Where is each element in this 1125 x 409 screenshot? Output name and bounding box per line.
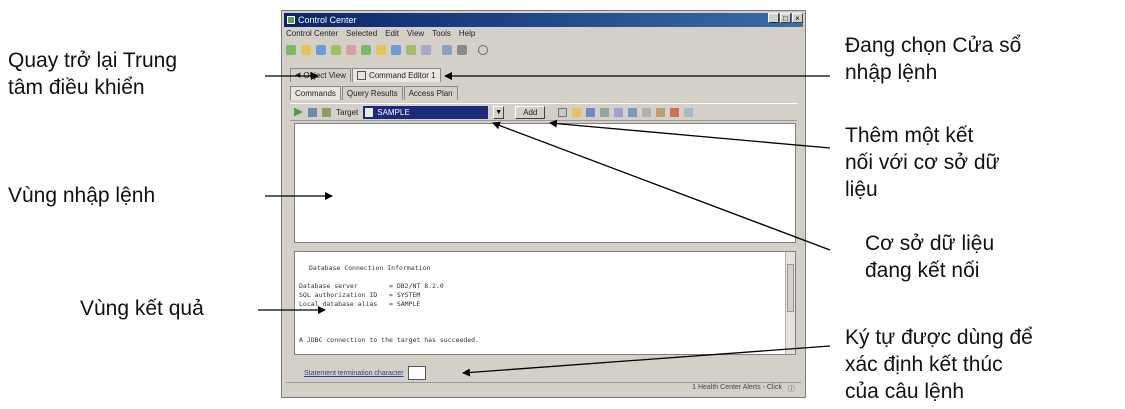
terminator-link[interactable]: Statement termination character [304, 370, 404, 377]
callout-return-control-center: Quay trở lại Trung tâm điều khiển [8, 49, 178, 99]
result-line: Database server = DB2/NT 8.2.0 [299, 282, 444, 290]
callout-terminator: Ký tự được dùng để xác định kết thúc của… [845, 326, 1033, 403]
open-icon[interactable] [572, 107, 582, 117]
menu-help[interactable]: Help [459, 29, 475, 41]
tool-icon[interactable] [361, 45, 371, 55]
add-button[interactable]: Add [515, 105, 546, 119]
minimize-button[interactable]: _ [768, 13, 779, 23]
menu-bar: Control Center Selected Edit View Tools … [286, 29, 475, 41]
menu-edit[interactable]: Edit [385, 29, 399, 41]
command-editor-window: Control Center _ □ × Control Center Sele… [281, 10, 806, 398]
tool-icon[interactable] [331, 45, 341, 55]
tool-icon[interactable] [316, 45, 326, 55]
print-icon[interactable] [600, 107, 610, 117]
view-tabs: ◀ Object View Command Editor 1 [290, 68, 442, 82]
terminator-input[interactable] [407, 366, 426, 380]
back-arrow-icon: ◀ [295, 72, 301, 79]
terminator-row: Statement termination character [304, 366, 426, 380]
tool-icon[interactable] [322, 107, 331, 117]
explain-icon[interactable] [308, 107, 317, 117]
result-line: A JDBC connection to the target has succ… [299, 336, 480, 344]
menu-control-center[interactable]: Control Center [286, 29, 338, 41]
scroll-thumb[interactable] [787, 264, 794, 312]
menu-tools[interactable]: Tools [432, 29, 451, 41]
callout-add-connection: Thêm một kết nối với cơ sở dữ liệu [845, 124, 1000, 201]
tool-icon[interactable] [614, 107, 624, 117]
tool-icon[interactable] [558, 107, 568, 117]
tab-access-plan[interactable]: Access Plan [403, 86, 458, 100]
result-line: Database Connection Information [309, 264, 431, 272]
status-bar: 1 Health Center Alerts - Click ⓘ [286, 382, 801, 395]
tab-object-view[interactable]: ◀ Object View [290, 68, 351, 82]
results-area: Database Connection Information Database… [294, 251, 796, 355]
tool-icon[interactable] [286, 45, 296, 55]
tool-icon[interactable] [684, 107, 694, 117]
editor-toolbar: Target SAMPLE ▼ Add [290, 103, 797, 121]
help-icon[interactable] [478, 45, 488, 55]
paste-icon[interactable] [656, 107, 666, 117]
tool-icon[interactable] [457, 45, 467, 55]
title-bar: Control Center [284, 13, 803, 27]
result-line: Local database alias = SAMPLE [299, 300, 421, 308]
close-button[interactable]: × [792, 13, 803, 23]
menu-selected[interactable]: Selected [346, 29, 377, 41]
chevron-down-icon[interactable]: ▼ [493, 105, 505, 119]
target-label: Target [336, 107, 359, 117]
tool-icon[interactable] [346, 45, 356, 55]
result-line: SQL authorization ID = SYSTEM [299, 291, 421, 299]
save-icon[interactable] [586, 107, 596, 117]
database-icon [365, 107, 374, 117]
sub-tabs: Commands Query Results Access Plan [290, 86, 459, 100]
cut-icon[interactable] [628, 107, 638, 117]
tool-icon[interactable] [442, 45, 452, 55]
callout-connected-db: Cơ sở dữ liệu đang kết nối [865, 232, 995, 282]
window-buttons: _ □ × [768, 13, 803, 23]
callout-result-area: Vùng kết quả [80, 297, 204, 320]
tool-icon[interactable] [406, 45, 416, 55]
callout-selecting-window: Đang chọn Cửa sổ nhập lệnh [845, 34, 1022, 84]
menu-view[interactable]: View [407, 29, 424, 41]
copy-icon[interactable] [642, 107, 652, 117]
results-scrollbar[interactable] [785, 252, 795, 354]
editor-icon [356, 71, 366, 80]
run-icon[interactable] [294, 107, 303, 117]
tool-icon[interactable] [391, 45, 401, 55]
tool-icon[interactable] [301, 45, 311, 55]
tool-icon[interactable] [376, 45, 386, 55]
tab-query-results[interactable]: Query Results [341, 86, 403, 100]
maximize-button[interactable]: □ [780, 13, 791, 23]
target-select[interactable]: SAMPLE [363, 105, 489, 119]
target-value: SAMPLE [377, 107, 410, 117]
window-title: Control Center [298, 15, 357, 25]
app-icon [287, 16, 295, 24]
tab-command-editor[interactable]: Command Editor 1 [351, 68, 441, 82]
main-toolbar [286, 43, 488, 57]
command-input-area[interactable] [294, 123, 796, 243]
status-text[interactable]: 1 Health Center Alerts - Click [692, 384, 782, 394]
tool-icon[interactable] [421, 45, 431, 55]
tab-commands[interactable]: Commands [290, 86, 341, 100]
tool-icon[interactable] [670, 107, 680, 117]
status-help-icon[interactable]: ⓘ [788, 384, 795, 394]
callout-command-input: Vùng nhập lệnh [8, 184, 156, 207]
